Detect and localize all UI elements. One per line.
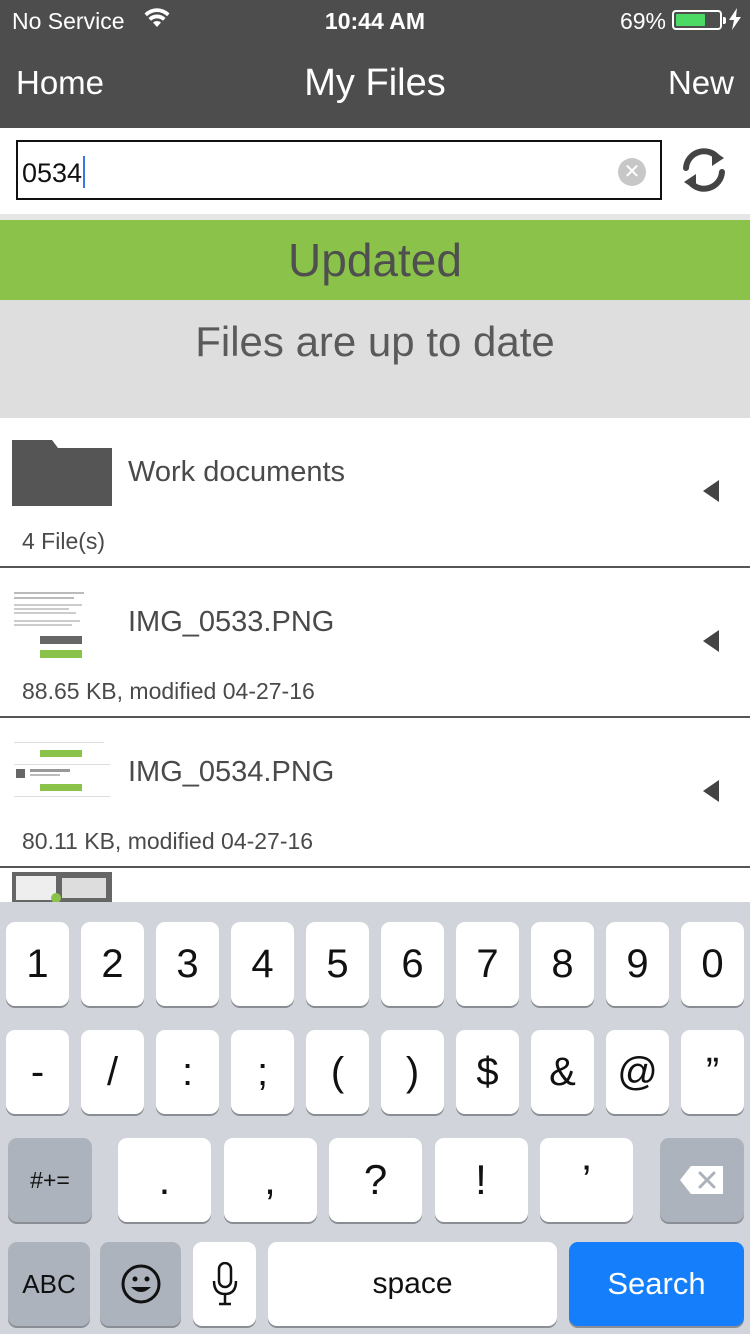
dictation-key[interactable] bbox=[193, 1242, 256, 1326]
keyboard: 1234567890 - /:;() $ & @” #+= .,?!’ ABC spac… bbox=[0, 902, 750, 1334]
disclosure-arrow-icon[interactable] bbox=[703, 630, 719, 652]
digit-key[interactable]: 9 bbox=[606, 922, 669, 1006]
digit-key[interactable]: 8 bbox=[531, 922, 594, 1006]
file-meta: 4 File(s) bbox=[22, 528, 106, 554]
symbol-key[interactable]: : bbox=[156, 1030, 219, 1114]
space-key[interactable]: space bbox=[268, 1242, 557, 1326]
digit-key[interactable]: 0 bbox=[681, 922, 744, 1006]
punctuation-key[interactable]: ? bbox=[329, 1138, 422, 1222]
file-name: IMG_0534.PNG bbox=[128, 756, 335, 788]
folder-icon bbox=[12, 440, 112, 506]
search-key[interactable]: Search bbox=[569, 1242, 744, 1326]
digit-key[interactable]: 7 bbox=[456, 922, 519, 1006]
symbol-key[interactable]: ( bbox=[306, 1030, 369, 1114]
file-meta: 88.65 KB, modified 04-27-16 bbox=[22, 678, 315, 704]
backspace-icon bbox=[680, 1166, 723, 1194]
list-item-file[interactable]: IMG_0533.PNG 88.65 KB, modified 04-27-16 bbox=[0, 568, 750, 718]
symbol-key[interactable]: @ bbox=[606, 1030, 669, 1114]
digit-key[interactable]: 6 bbox=[381, 922, 444, 1006]
symbol-key[interactable]: $ bbox=[456, 1030, 519, 1114]
new-button[interactable]: New bbox=[668, 64, 734, 102]
punctuation-key[interactable]: ! bbox=[434, 1138, 528, 1222]
search-input-value: 0534 bbox=[22, 158, 83, 188]
status-bar: No Service 10:44 AM 69% bbox=[0, 0, 750, 40]
battery-icon bbox=[672, 10, 726, 30]
punctuation-key[interactable]: , bbox=[223, 1138, 317, 1222]
file-thumbnail bbox=[12, 872, 112, 904]
sync-message: Files are up to date bbox=[0, 300, 750, 418]
punctuation-key[interactable]: . bbox=[118, 1138, 211, 1222]
digit-key[interactable]: 5 bbox=[306, 922, 369, 1006]
symbol-key[interactable]: ” bbox=[681, 1030, 744, 1114]
charging-bolt-icon bbox=[729, 8, 741, 30]
symbol-key[interactable]: ; bbox=[231, 1030, 294, 1114]
search-input[interactable]: 0534 ✕ bbox=[16, 140, 662, 200]
list-item-file[interactable]: IMG_0534.PNG 80.11 KB, modified 04-27-16 bbox=[0, 718, 750, 868]
delete-key[interactable] bbox=[660, 1138, 744, 1222]
file-meta: 80.11 KB, modified 04-27-16 bbox=[22, 828, 314, 854]
file-list: Work documents 4 File(s) IMG_0533.PNG 88… bbox=[0, 418, 750, 904]
text-cursor bbox=[83, 156, 86, 188]
microphone-icon bbox=[212, 1261, 237, 1306]
page-title: My Files bbox=[304, 62, 446, 104]
digit-key[interactable]: 3 bbox=[156, 922, 219, 1006]
refresh-icon[interactable] bbox=[676, 142, 732, 198]
digit-key[interactable]: 4 bbox=[231, 922, 294, 1006]
emoji-icon bbox=[121, 1264, 160, 1304]
file-name: IMG_0533.PNG bbox=[128, 606, 335, 638]
symbol-key[interactable]: / bbox=[81, 1030, 144, 1114]
battery-percentage: 69% bbox=[619, 8, 666, 34]
symbol-key[interactable]: - bbox=[6, 1030, 69, 1114]
file-name: Work documents bbox=[128, 456, 346, 488]
disclosure-arrow-icon[interactable] bbox=[703, 780, 719, 802]
top-bar: No Service 10:44 AM 69% Home My Files Ne… bbox=[0, 0, 750, 128]
battery-fill bbox=[676, 14, 705, 26]
punctuation-key[interactable]: ’ bbox=[540, 1138, 633, 1222]
sync-status-banner: Updated bbox=[0, 220, 750, 300]
list-item-file[interactable] bbox=[0, 868, 750, 904]
disclosure-arrow-icon[interactable] bbox=[703, 480, 719, 502]
file-thumbnail bbox=[12, 590, 112, 676]
symbol-key[interactable]: ) bbox=[381, 1030, 444, 1114]
search-bar: 0534 ✕ bbox=[0, 128, 750, 214]
file-thumbnail bbox=[12, 740, 112, 826]
abc-key[interactable]: ABC bbox=[8, 1242, 90, 1326]
digit-key[interactable]: 2 bbox=[81, 922, 144, 1006]
list-item-folder[interactable]: Work documents 4 File(s) bbox=[0, 418, 750, 568]
clear-search-icon[interactable]: ✕ bbox=[618, 158, 646, 186]
more-symbols-key[interactable]: #+= bbox=[8, 1138, 92, 1222]
emoji-key[interactable] bbox=[100, 1242, 181, 1326]
symbol-key[interactable]: & bbox=[531, 1030, 594, 1114]
digit-key[interactable]: 1 bbox=[6, 922, 69, 1006]
